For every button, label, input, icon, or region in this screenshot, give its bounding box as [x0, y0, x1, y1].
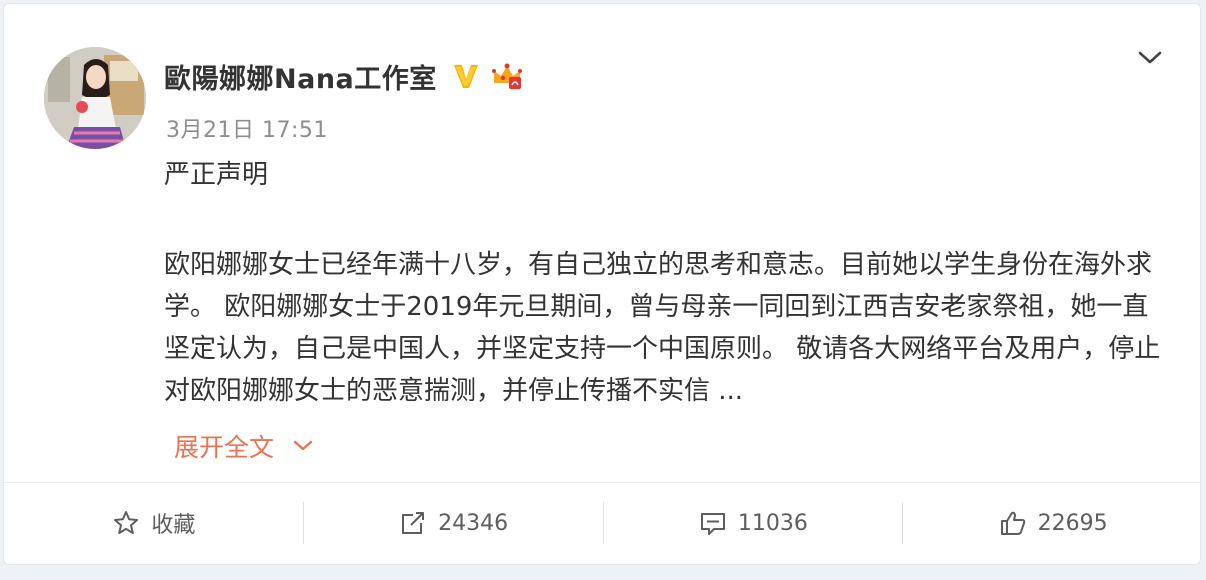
weibo-post-card: 歐陽娜娜Nana工作室 3月21日 17:51 严正声明 欧阳娜娜女士已经年满十…: [3, 3, 1202, 565]
comment-button[interactable]: 11036: [604, 483, 903, 563]
verified-v-icon[interactable]: [451, 61, 481, 91]
repost-button[interactable]: 24346: [304, 483, 603, 563]
star-icon: [111, 508, 141, 538]
thumbs-up-icon: [998, 508, 1028, 538]
post-timestamp[interactable]: 3月21日 17:51: [166, 112, 328, 144]
avatar[interactable]: [44, 47, 146, 149]
favorite-label: 收藏: [151, 513, 196, 538]
repost-icon: [398, 508, 428, 538]
post-menu-chevron-icon[interactable]: [1134, 42, 1166, 74]
repost-count: 24346: [438, 510, 509, 536]
crown-vip-icon[interactable]: [491, 60, 523, 92]
post-title: 严正声明: [164, 160, 269, 190]
like-button[interactable]: 22695: [903, 483, 1202, 563]
post-body: 欧阳娜娜女士已经年满十八岁，有自己独立的思考和意志。目前她以学生身份在海外求学。…: [164, 250, 1161, 406]
author-row: 歐陽娜娜Nana工作室: [164, 54, 523, 98]
like-count: 22695: [1037, 510, 1108, 536]
author-name[interactable]: 歐陽娜娜Nana工作室: [164, 57, 437, 96]
expand-label: 展开全文: [174, 433, 275, 462]
expand-full-text-link[interactable]: 展开全文: [174, 428, 316, 464]
action-bar: 收藏 24346 11036 22695: [4, 482, 1202, 563]
comment-icon: [698, 508, 728, 538]
chevron-down-icon: [292, 434, 316, 458]
favorite-button[interactable]: 收藏: [4, 483, 303, 563]
comment-count: 11036: [737, 510, 808, 536]
